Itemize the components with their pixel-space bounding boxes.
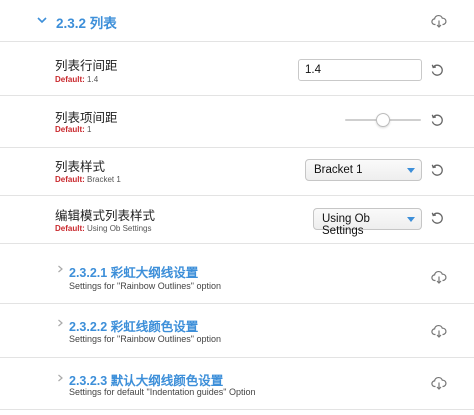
select-value: Using Ob Settings	[322, 213, 370, 237]
setting-default: Default: Using Ob Settings	[55, 224, 152, 233]
setting-name: 列表行间距	[55, 59, 118, 73]
item-spacing-slider-handle[interactable]	[376, 113, 390, 127]
setting-list-line-spacing: 列表行间距 Default: 1.4 1.4	[0, 43, 474, 96]
subsection-description: Settings for "Rainbow Outlines" option	[69, 281, 221, 291]
cloud-download-icon[interactable]	[431, 13, 447, 29]
dropdown-arrow-icon	[407, 168, 415, 173]
setting-name: 列表样式	[55, 160, 106, 174]
subsection-default-outline-colors[interactable]: 2.3.2.3 默认大纲线颜色设置 Settings for default "…	[0, 359, 474, 410]
select-value: Bracket 1	[314, 164, 363, 176]
cloud-download-icon[interactable]	[431, 375, 447, 391]
list-style-select[interactable]: Bracket 1	[305, 159, 422, 181]
chevron-right-icon[interactable]	[56, 374, 64, 382]
subsection-description: Settings for default "Indentation guides…	[69, 387, 256, 397]
dropdown-arrow-icon	[407, 217, 415, 222]
subsection-title: 2.3.2.1 彩虹大纲线设置	[69, 266, 199, 280]
edit-mode-list-style-select[interactable]: Using Ob Settings	[313, 208, 422, 237]
reset-icon[interactable]	[430, 211, 444, 225]
reset-icon[interactable]	[430, 163, 444, 177]
section-title: 2.3.2 列表	[56, 16, 117, 31]
setting-list-style: 列表样式 Default: Bracket 1 Bracket 1	[0, 149, 474, 196]
cloud-download-icon[interactable]	[431, 323, 447, 339]
line-spacing-input[interactable]: 1.4	[298, 59, 422, 81]
chevron-right-icon[interactable]	[56, 265, 64, 273]
subsection-rainbow-colors[interactable]: 2.3.2.2 彩虹线颜色设置 Settings for "Rainbow Ou…	[0, 305, 474, 358]
subsection-title: 2.3.2.2 彩虹线颜色设置	[69, 320, 199, 334]
setting-default: Default: Bracket 1	[55, 175, 121, 184]
setting-default: Default: 1.4	[55, 75, 99, 84]
chevron-down-icon[interactable]	[36, 14, 48, 26]
reset-icon[interactable]	[430, 113, 444, 127]
subsection-rainbow-outlines[interactable]: 2.3.2.1 彩虹大纲线设置 Settings for "Rainbow Ou…	[0, 253, 474, 304]
section-header[interactable]: 2.3.2 列表	[0, 0, 474, 42]
subsection-description: Settings for "Rainbow Outlines" option	[69, 334, 221, 344]
setting-name: 编辑模式列表样式	[55, 209, 156, 223]
setting-name: 列表项间距	[55, 111, 118, 125]
chevron-right-icon[interactable]	[56, 319, 64, 327]
cloud-download-icon[interactable]	[431, 269, 447, 285]
setting-default: Default: 1	[55, 125, 92, 134]
setting-list-item-spacing: 列表项间距 Default: 1	[0, 97, 474, 148]
setting-edit-mode-list-style: 编辑模式列表样式 Default: Using Ob Settings Usin…	[0, 197, 474, 244]
reset-icon[interactable]	[430, 63, 444, 77]
